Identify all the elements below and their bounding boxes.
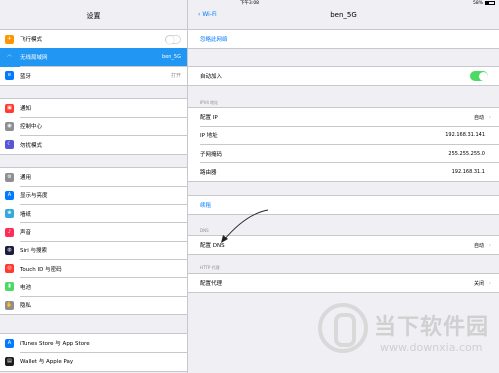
sidebar-item-label: Wallet 与 Apple Pay: [20, 359, 74, 366]
page-title: ben_5G: [330, 11, 357, 19]
sidebar-title: 设置: [86, 12, 101, 20]
sidebar-item[interactable]: AiTunes Store 与 App Store: [0, 334, 187, 353]
sidebar-item[interactable]: ◍ Siri 与搜索: [0, 241, 187, 260]
sidebar-item-label: Touch ID 与密码: [20, 266, 62, 273]
sidebar-item-label: iTunes Store 与 App Store: [20, 341, 90, 348]
router-value: 192.168.31.1: [451, 169, 485, 176]
sidebar-item[interactable]: ✈ 飞行模式: [0, 30, 187, 49]
sidebar-item-label: 墙纸: [20, 211, 32, 218]
wifi-icon: ◠: [5, 52, 14, 62]
bluetooth-icon: ʙ: [5, 71, 14, 81]
sidebar-item-label: 通用: [20, 175, 32, 182]
sound-icon: ♪: [5, 227, 14, 237]
configure-proxy-row[interactable]: 配置代理 关闭 ›: [188, 274, 499, 292]
sidebar-item[interactable]: ✋ 隐私: [0, 296, 187, 314]
chevron-right-icon: ›: [488, 113, 491, 121]
subnet-mask-row: 子网掩码 255.255.255.0: [188, 145, 499, 164]
sidebar-item[interactable]: ♪ 声音: [0, 223, 187, 242]
auto-join-row: 自动加入: [188, 67, 499, 85]
http-proxy-header: HTTP 代理: [200, 265, 220, 270]
do-not-disturb-icon: ☾: [5, 140, 14, 150]
auto-join-toggle[interactable]: [470, 71, 488, 82]
siri-icon: ◍: [5, 245, 14, 255]
sidebar-item-label: 飞行模式: [20, 37, 43, 44]
sidebar-item[interactable]: ▮ 电池: [0, 278, 187, 297]
ipv4-header: IPV4 地址: [200, 100, 219, 105]
sidebar-item[interactable]: ◠ 无线局域网 ben_5G: [0, 48, 187, 67]
ipv4-group: 配置 IP 自动 › IP 地址 192.168.31.141 子网掩码 255…: [188, 107, 499, 183]
sidebar-item-label: 显示与亮度: [20, 193, 48, 200]
proxy-group: 配置代理 关闭 ›: [188, 273, 499, 294]
sidebar-item-label: 控制中心: [20, 124, 43, 131]
annotation-arrow-icon: [221, 209, 269, 243]
wallet-icon: ▤: [5, 356, 14, 366]
sidebar-item-label: 隐私: [20, 303, 32, 310]
configure-ip-row[interactable]: 配置 IP 自动 ›: [188, 108, 499, 127]
gear-icon: ⚙: [5, 172, 14, 182]
sidebar-item-label: Siri 与搜索: [20, 248, 48, 255]
ip-address-label: IP 地址: [200, 133, 218, 140]
watermark: 当下软件园 www.downxia.com: [318, 303, 498, 373]
configure-ip-label: 配置 IP: [200, 115, 218, 122]
battery-icon: ▮: [5, 282, 14, 292]
configure-proxy-value: 关闭: [473, 280, 484, 287]
sidebar-item[interactable]: ⚙ 通用: [0, 168, 187, 187]
airplane-icon: ✈: [5, 34, 14, 44]
chevron-right-icon: ›: [488, 279, 491, 287]
auto-join-label: 自动加入: [200, 74, 223, 81]
sidebar-item-value: 打开: [170, 73, 181, 80]
forget-network-button[interactable]: 忽略此网络: [188, 30, 499, 48]
ip-address-row: IP 地址 192.168.31.141: [188, 126, 499, 145]
settings-sidebar: 设置 ✈ 飞行模式 ◠ 无线局域网 ben_5G ʙ 蓝牙 打开 ▣ 通知 ◉ 控制中心 ☾ 勿扰模式 ⚙ 通…: [0, 0, 187, 373]
app-store-icon: A: [5, 338, 14, 348]
router-row: 路由器 192.168.31.1: [188, 163, 499, 181]
configure-dns-value: 自动: [473, 242, 484, 249]
router-label: 路由器: [200, 170, 217, 177]
configure-ip-value: 自动: [473, 114, 484, 121]
sidebar-item[interactable]: ❀ 墙纸: [0, 205, 187, 224]
forget-group: 忽略此网络: [188, 29, 499, 50]
display-icon: A: [5, 190, 14, 200]
sidebar-item[interactable]: ▣ 通知: [0, 99, 187, 118]
sidebar-group: ✈ 飞行模式 ◠ 无线局域网 ben_5G ʙ 蓝牙 打开: [0, 29, 187, 86]
sidebar-group: AiTunes Store 与 App Store ▤ Wallet 与 Apple…: [0, 333, 187, 372]
privacy-hand-icon: ✋: [5, 300, 14, 310]
dns-header: DNS: [200, 228, 209, 233]
sidebar-item-label: 声音: [20, 230, 32, 237]
watermark-logo-icon: [318, 303, 368, 353]
sidebar-item-value: ben_5G: [162, 54, 181, 61]
chevron-right-icon: ›: [488, 241, 491, 249]
ip-address-value: 192.168.31.141: [445, 132, 485, 139]
sidebar-item[interactable]: ☾ 勿扰模式: [0, 136, 187, 154]
fingerprint-icon: ◎: [5, 264, 14, 274]
sidebar-item[interactable]: A 显示与亮度: [0, 186, 187, 205]
sidebar-item[interactable]: ◉ 控制中心: [0, 117, 187, 136]
control-center-icon: ◉: [5, 121, 14, 131]
configure-proxy-label: 配置代理: [200, 281, 223, 288]
auto-join-group: 自动加入: [188, 66, 499, 87]
sidebar-item-label: 蓝牙: [20, 73, 32, 80]
sidebar-group: ⚙ 通用 A 显示与亮度 ❀ 墙纸 ♪ 声音 ◍ Siri 与搜索 ◎ Touch ID 与密码 ▮ 电池…: [0, 167, 187, 316]
watermark-text: 当下软件园: [374, 315, 490, 340]
sidebar-item[interactable]: ▤ Wallet 与 Apple Pay: [0, 352, 187, 370]
wallpaper-icon: ❀: [5, 209, 14, 219]
sidebar-group: ▣ 通知 ◉ 控制中心 ☾ 勿扰模式: [0, 98, 187, 155]
watermark-url: www.downxia.com: [380, 341, 483, 354]
sidebar-item-label: 通知: [20, 106, 32, 113]
airplane-mode-toggle[interactable]: [165, 34, 181, 44]
sidebar-item[interactable]: ◎ Touch ID 与密码: [0, 259, 187, 279]
sidebar-item[interactable]: ʙ 蓝牙 打开: [0, 67, 187, 85]
sidebar-item-label: 勿扰模式: [20, 142, 43, 149]
subnet-mask-value: 255.255.255.0: [448, 150, 485, 157]
subnet-mask-label: 子网掩码: [200, 151, 223, 158]
notifications-icon: ▣: [5, 103, 14, 113]
sidebar-item-label: 电池: [20, 284, 32, 291]
